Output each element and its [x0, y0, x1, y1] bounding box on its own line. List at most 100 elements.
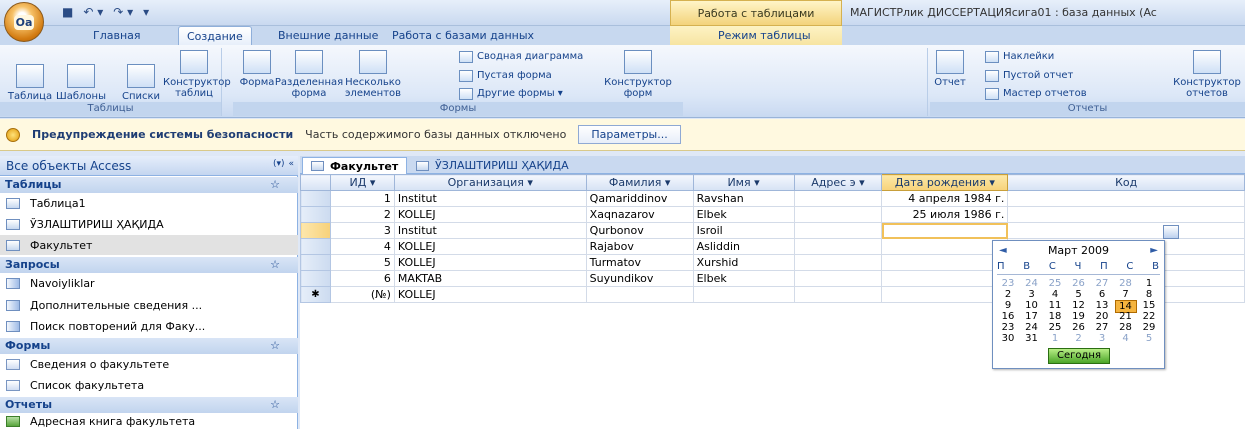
calendar-day[interactable]: 3 — [1021, 289, 1043, 300]
office-button[interactable]: Oa — [4, 2, 44, 42]
nav-section-queries[interactable]: Запросы ☆ — [0, 257, 298, 273]
cell-birthdate[interactable]: 4 апреля 1984 г. — [881, 190, 1009, 207]
cell-surname[interactable]: Suyundikov — [585, 270, 694, 287]
row-selector[interactable] — [300, 270, 331, 287]
redo-icon[interactable]: ↷ ▾ — [113, 5, 133, 19]
save-icon[interactable]: ■ — [62, 5, 73, 19]
today-button[interactable]: Сегодня — [1048, 348, 1110, 364]
table-designer-button[interactable]: Конструктор таблиц — [163, 50, 231, 99]
blank-form-button[interactable]: Пустая форма — [459, 67, 552, 84]
calendar-day[interactable]: 23 — [997, 322, 1019, 333]
calendar-day[interactable]: 21 — [1115, 311, 1137, 322]
calendar-day[interactable]: 2 — [997, 289, 1019, 300]
table-row-current[interactable]: 3 Institut Qurbonov Isroil — [300, 222, 1245, 239]
form-designer-button[interactable]: Конструктор форм — [603, 50, 673, 99]
cell-organization[interactable]: Institut — [393, 222, 587, 239]
multiple-items-button[interactable]: Несколько элементов — [341, 50, 405, 99]
prev-month-button[interactable]: ◄ — [999, 245, 1007, 256]
cell-birthdate-active[interactable] — [881, 222, 1009, 239]
calendar-day[interactable]: 24 — [1021, 278, 1043, 289]
nav-collapse-icon[interactable]: « — [288, 159, 294, 169]
calendar-day[interactable]: 24 — [1021, 322, 1043, 333]
calendar-day[interactable]: 31 — [1021, 333, 1043, 344]
undo-icon[interactable]: ↶ ▾ — [83, 5, 103, 19]
nav-item-find-duplicates[interactable]: Поиск повторений для Факу... — [0, 316, 298, 336]
nav-item-table1[interactable]: Таблица1 — [0, 193, 298, 213]
calendar-day[interactable]: 18 — [1044, 311, 1066, 322]
row-selector[interactable] — [300, 238, 331, 255]
cell-birthdate[interactable] — [881, 270, 1009, 287]
tab-database-tools[interactable]: Работа с базами данных — [384, 26, 542, 46]
cell-email[interactable] — [793, 222, 883, 239]
cell-surname[interactable]: Turmatov — [585, 254, 694, 271]
column-header-surname[interactable]: Фамилия ▾ — [585, 174, 694, 191]
row-selector[interactable] — [300, 222, 331, 239]
cell-code[interactable] — [1007, 206, 1245, 223]
calendar-day[interactable]: 23 — [997, 278, 1019, 289]
calendar-day[interactable]: 20 — [1091, 311, 1113, 322]
nav-section-forms[interactable]: Формы ☆ — [0, 338, 298, 354]
row-selector[interactable] — [300, 190, 331, 207]
cell-surname[interactable]: Qurbonov — [585, 222, 694, 239]
calendar-day[interactable]: 2 — [1068, 333, 1090, 344]
cell-name[interactable]: Elbek — [692, 206, 795, 223]
cell-surname[interactable] — [585, 286, 694, 303]
cell-name[interactable]: Xurshid — [692, 254, 795, 271]
calendar-day[interactable]: 16 — [997, 311, 1019, 322]
cell-email[interactable] — [793, 270, 883, 287]
nav-item-uzlashtirish[interactable]: ЎЗЛАШТИРИШ ҲАҚИДА — [0, 214, 298, 234]
doc-tab-uzlashtirish[interactable]: ЎЗЛАШТИРИШ ҲАҚИДА — [408, 157, 577, 174]
new-row-marker[interactable]: ✱ — [300, 286, 331, 303]
blank-report-button[interactable]: Пустой отчет — [985, 67, 1073, 84]
cell-organization[interactable]: KOLLEJ — [393, 206, 587, 223]
report-button[interactable]: Отчет — [930, 50, 970, 88]
calendar-day[interactable]: 30 — [997, 333, 1019, 344]
nav-menu-icon[interactable]: (▾) — [273, 159, 285, 169]
cell-birthdate[interactable] — [881, 238, 1009, 255]
row-selector[interactable] — [300, 206, 331, 223]
cell-name[interactable]: Elbek — [692, 270, 795, 287]
column-header-id[interactable]: ИД ▾ — [329, 174, 395, 191]
form-button[interactable]: Форма — [237, 50, 277, 88]
cell-email[interactable] — [793, 206, 883, 223]
calendar-day[interactable]: 27 — [1091, 322, 1113, 333]
tab-datasheet[interactable]: Режим таблицы — [710, 26, 819, 46]
customize-qat-icon[interactable]: ▾ — [143, 5, 149, 19]
nav-section-reports[interactable]: Отчеты ☆ — [0, 397, 298, 413]
cell-id[interactable]: (№) — [329, 286, 395, 303]
column-header-code[interactable]: Код — [1007, 174, 1245, 191]
calendar-day[interactable]: 26 — [1068, 278, 1090, 289]
calendar-day[interactable]: 4 — [1115, 333, 1137, 344]
cell-birthdate[interactable] — [881, 254, 1009, 271]
date-picker-button[interactable] — [1163, 225, 1179, 239]
row-selector[interactable] — [300, 254, 331, 271]
table-row[interactable]: 2 KOLLEJ Xaqnazarov Elbek 25 июля 1986 г… — [300, 206, 1245, 223]
nav-section-tables[interactable]: Таблицы ☆ — [0, 177, 298, 193]
calendar-day[interactable]: 29 — [1138, 322, 1160, 333]
calendar-day[interactable]: 7 — [1115, 289, 1137, 300]
column-header-organization[interactable]: Организация ▾ — [393, 174, 587, 191]
cell-surname[interactable]: Qamariddinov — [585, 190, 694, 207]
tab-external-data[interactable]: Внешние данные — [270, 26, 386, 46]
nav-item-faculty[interactable]: Факультет — [0, 235, 298, 255]
report-designer-button[interactable]: Конструктор отчетов — [1169, 50, 1245, 99]
nav-item-extra-info[interactable]: Дополнительные сведения ... — [0, 295, 298, 315]
cell-name[interactable]: Ravshan — [692, 190, 795, 207]
calendar-day[interactable]: 5 — [1068, 289, 1090, 300]
cell-code[interactable] — [1007, 190, 1245, 207]
calendar-day[interactable]: 6 — [1091, 289, 1113, 300]
nav-item-navoiyliklar[interactable]: Navoiyliklar — [0, 273, 298, 293]
pivot-chart-button[interactable]: Сводная диаграмма — [459, 48, 583, 65]
calendar-day[interactable]: 26 — [1068, 322, 1090, 333]
cell-name[interactable]: Asliddin — [692, 238, 795, 255]
cell-id[interactable]: 5 — [329, 254, 395, 271]
cell-email[interactable] — [793, 286, 883, 303]
nav-item-address-book-report[interactable]: Адресная книга факультета — [0, 413, 298, 429]
cell-name[interactable]: Isroil — [692, 222, 795, 239]
calendar-day[interactable]: 22 — [1138, 311, 1160, 322]
cell-surname[interactable]: Rajabov — [585, 238, 694, 255]
nav-item-faculty-info-form[interactable]: Сведения о факультете — [0, 354, 298, 374]
cell-organization[interactable]: Institut — [393, 190, 587, 207]
calendar-day[interactable]: 5 — [1138, 333, 1160, 344]
calendar-day[interactable]: 27 — [1091, 278, 1113, 289]
